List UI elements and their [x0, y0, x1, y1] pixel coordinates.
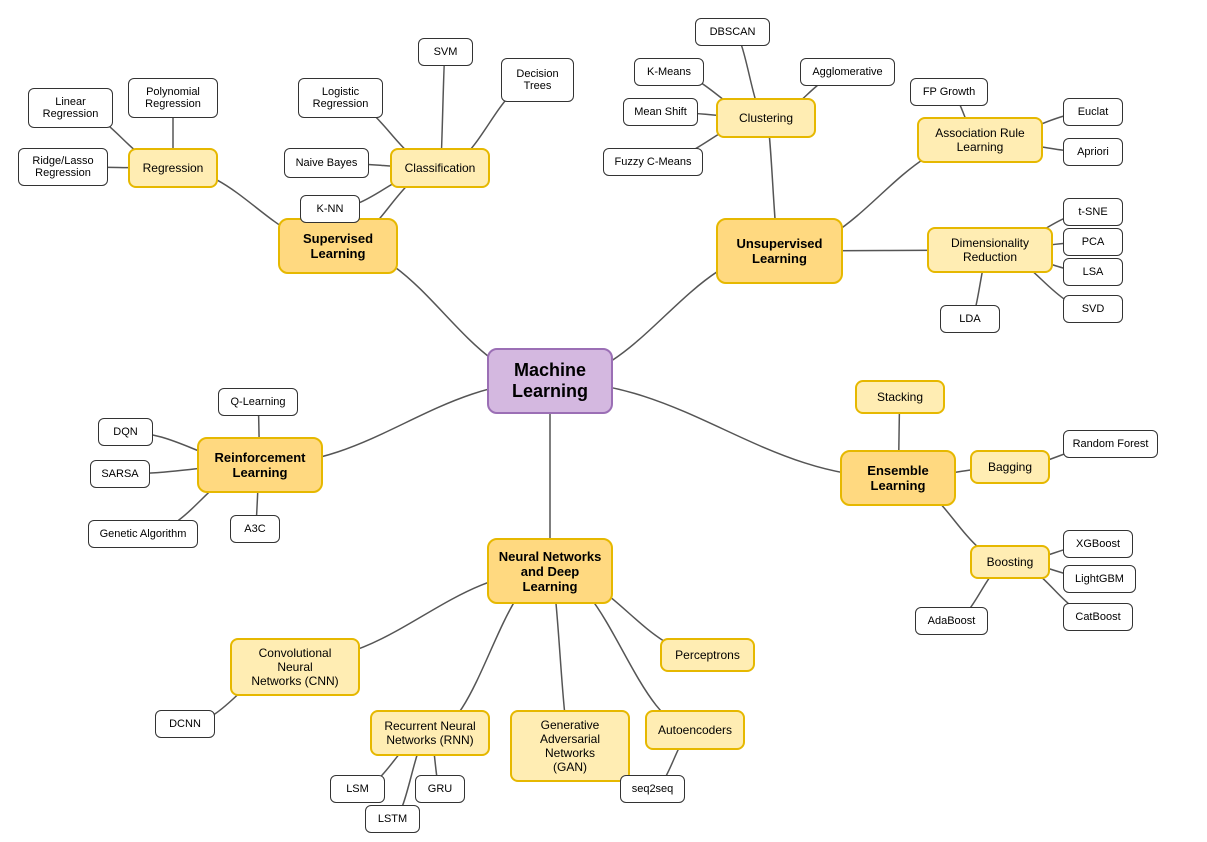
node-classification: Classification	[390, 148, 490, 188]
node-adaboost: AdaBoost	[915, 607, 988, 635]
node-agglomerative: Agglomerative	[800, 58, 895, 86]
node-reinforcement: Reinforcement Learning	[197, 437, 323, 493]
node-knn: K-NN	[300, 195, 360, 223]
node-catboost: CatBoost	[1063, 603, 1133, 631]
node-unsupervised: Unsupervised Learning	[716, 218, 843, 284]
node-fuzzy: Fuzzy C-Means	[603, 148, 703, 176]
node-dqn: DQN	[98, 418, 153, 446]
node-genetic: Genetic Algorithm	[88, 520, 198, 548]
node-random_forest: Random Forest	[1063, 430, 1158, 458]
node-a3c: A3C	[230, 515, 280, 543]
node-dimensionality: Dimensionality Reduction	[927, 227, 1053, 273]
node-seq2seq: seq2seq	[620, 775, 685, 803]
node-regression: Regression	[128, 148, 218, 188]
node-lightgbm: LightGBM	[1063, 565, 1136, 593]
node-ensemble: Ensemble Learning	[840, 450, 956, 506]
node-dbscan: DBSCAN	[695, 18, 770, 46]
node-supervised: Supervised Learning	[278, 218, 398, 274]
node-clustering: Clustering	[716, 98, 816, 138]
node-kmeans: K-Means	[634, 58, 704, 86]
mindmap-diagram: Machine Learning Supervised Learning Unsup…	[0, 0, 1207, 842]
node-linear_reg: Linear Regression	[28, 88, 113, 128]
node-svm: SVM	[418, 38, 473, 66]
node-stacking: Stacking	[855, 380, 945, 414]
node-machine_learning: Machine Learning	[487, 348, 613, 414]
node-dcnn: DCNN	[155, 710, 215, 738]
node-boosting: Boosting	[970, 545, 1050, 579]
node-cnn: Convolutional Neural Networks (CNN)	[230, 638, 360, 696]
node-gru: GRU	[415, 775, 465, 803]
node-pca: PCA	[1063, 228, 1123, 256]
node-poly_reg: Polynomial Regression	[128, 78, 218, 118]
node-sarsa: SARSA	[90, 460, 150, 488]
node-gan: Generative Adversarial Networks (GAN)	[510, 710, 630, 782]
node-mean_shift: Mean Shift	[623, 98, 698, 126]
node-logistic: Logistic Regression	[298, 78, 383, 118]
node-lsa: LSA	[1063, 258, 1123, 286]
node-lda: LDA	[940, 305, 1000, 333]
node-euclat: Euclat	[1063, 98, 1123, 126]
node-ridge_lasso: Ridge/Lasso Regression	[18, 148, 108, 186]
node-lstm: LSTM	[365, 805, 420, 833]
node-apriori: Apriori	[1063, 138, 1123, 166]
node-tsne: t-SNE	[1063, 198, 1123, 226]
node-fp_growth: FP Growth	[910, 78, 988, 106]
node-autoencoders: Autoencoders	[645, 710, 745, 750]
node-association: Association Rule Learning	[917, 117, 1043, 163]
node-neural: Neural Networks and Deep Learning	[487, 538, 613, 604]
node-xgboost: XGBoost	[1063, 530, 1133, 558]
node-svd: SVD	[1063, 295, 1123, 323]
node-naive_bayes: Naive Bayes	[284, 148, 369, 178]
node-decision_trees: Decision Trees	[501, 58, 574, 102]
node-perceptrons: Perceptrons	[660, 638, 755, 672]
node-bagging: Bagging	[970, 450, 1050, 484]
node-q_learning: Q-Learning	[218, 388, 298, 416]
node-lsm: LSM	[330, 775, 385, 803]
node-rnn: Recurrent Neural Networks (RNN)	[370, 710, 490, 756]
